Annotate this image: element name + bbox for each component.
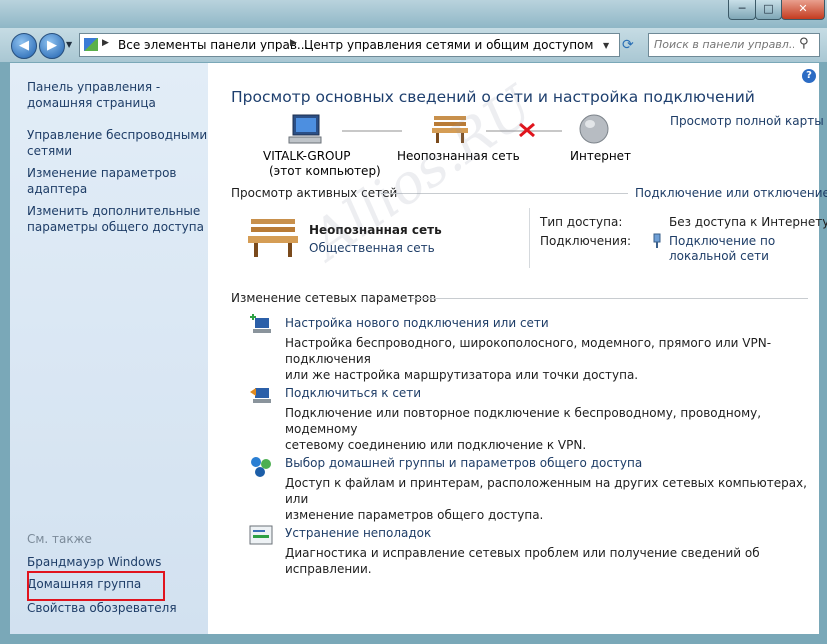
title-bar[interactable]: ─ □ ✕ (0, 0, 827, 28)
section-divider (381, 193, 628, 194)
search-icon[interactable]: ⚲ (799, 36, 809, 51)
search-input[interactable] (654, 37, 794, 51)
control-panel-icon (84, 38, 98, 51)
see-also-heading: См. также (27, 532, 92, 546)
local-connection-link[interactable]: Подключение по (669, 234, 775, 248)
computer-name[interactable]: VITALK-GROUP (263, 149, 351, 163)
public-network-bench-icon[interactable] (247, 216, 299, 258)
see-also-internet-options[interactable]: Свойства обозревателя (27, 601, 177, 617)
breadcrumb-all-control-panel-items[interactable]: Все элементы панели управ... (118, 38, 308, 52)
back-button[interactable]: ◀ (11, 33, 37, 59)
task-connect-desc: Подключение или повторное подключение к … (285, 406, 762, 452)
map-internet-label[interactable]: Интернет (570, 149, 631, 163)
maximize-button[interactable]: □ (755, 0, 782, 20)
help-icon[interactable]: ? (802, 69, 816, 83)
bench-icon (432, 116, 468, 143)
internet-globe-icon (579, 114, 609, 144)
task-new-connection-desc: Настройка беспроводного, широкополосного… (285, 336, 772, 382)
computer-icon (288, 114, 322, 144)
close-button[interactable]: ✕ (781, 0, 825, 20)
highlight-box (27, 571, 165, 601)
forward-button[interactable]: ▶ (39, 33, 65, 59)
disconnected-x-icon (519, 122, 535, 138)
task-troubleshoot-link[interactable]: Устранение неполадок (285, 526, 431, 540)
task-connect-link[interactable]: Подключиться к сети (285, 386, 421, 400)
search-box[interactable]: ⚲ (648, 33, 820, 57)
address-bar[interactable]: ▶ Все элементы панели управ... ▶ Центр у… (79, 33, 620, 57)
new-connection-icon (250, 314, 271, 333)
window-bottom-border (0, 634, 827, 644)
computer-subtitle: (этот компьютер) (269, 164, 381, 178)
connect-to-network-icon (250, 388, 271, 403)
window-frame: ─ □ ✕ ◀ ▶ ▼ ▶ Все элементы панели управ.… (0, 0, 827, 644)
active-network-name: Неопознанная сеть (309, 223, 442, 237)
vertical-divider (529, 208, 530, 268)
task-homegroup-link[interactable]: Выбор домашней группы и параметров общег… (285, 456, 642, 470)
breadcrumb-separator-icon[interactable]: ▶ (102, 38, 109, 48)
recent-pages-dropdown[interactable]: ▼ (66, 40, 72, 49)
access-type-label: Тип доступа: (540, 215, 623, 229)
map-connector-line (342, 130, 402, 132)
connections-label: Подключения: (540, 234, 632, 248)
connect-disconnect-link[interactable]: Подключение или отключение (635, 186, 827, 200)
map-network-label[interactable]: Неопознанная сеть (397, 149, 520, 163)
sidebar-item-manage-wireless[interactable]: Управление беспроводными сетями (27, 128, 207, 159)
homegroup-icon (251, 457, 271, 477)
task-homegroup-desc: Доступ к файлам и принтерам, расположенн… (285, 476, 807, 522)
sidebar-item-adapter-settings[interactable]: Изменение параметров адаптера (27, 166, 177, 197)
view-full-map-link[interactable]: Просмотр полной карты (670, 114, 824, 128)
ethernet-plug-icon (653, 233, 661, 248)
access-type-value: Без доступа к Интернету (669, 215, 827, 229)
task-troubleshoot-desc: Диагностика и исправление сетевых пробле… (285, 546, 760, 576)
change-settings-heading: Изменение сетевых параметров (231, 291, 437, 305)
sidebar-item-advanced-sharing[interactable]: Изменить дополнительные параметры общего… (27, 204, 204, 235)
sidebar-item-control-panel-home[interactable]: Панель управления - домашняя страница (27, 80, 160, 111)
troubleshoot-icon (249, 525, 273, 545)
refresh-icon[interactable]: ⟳ (622, 37, 634, 53)
network-type-link[interactable]: Общественная сеть (309, 241, 435, 255)
address-dropdown-icon[interactable]: ▼ (603, 41, 609, 50)
active-networks-heading: Просмотр активных сетей (231, 186, 398, 200)
breadcrumb-network-center[interactable]: Центр управления сетями и общим доступом (304, 38, 593, 52)
breadcrumb-separator-icon[interactable]: ▶ (290, 38, 297, 48)
see-also-firewall[interactable]: Брандмауэр Windows (27, 555, 161, 571)
section-divider (411, 298, 808, 299)
page-title: Просмотр основных сведений о сети и наст… (231, 88, 755, 106)
minimize-button[interactable]: ─ (728, 0, 756, 20)
task-new-connection-link[interactable]: Настройка нового подключения или сети (285, 316, 549, 330)
local-connection-link-line2[interactable]: локальной сети (669, 249, 769, 263)
